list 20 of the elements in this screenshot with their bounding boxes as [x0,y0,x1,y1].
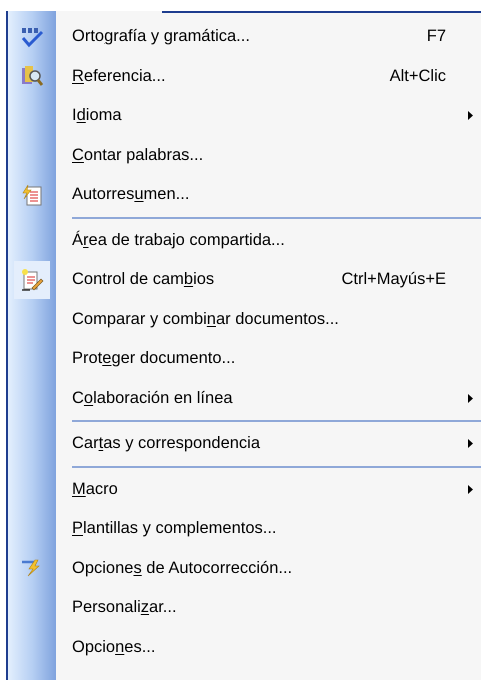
book-magnifier-icon [20,64,44,88]
menu-item[interactable]: Idioma [8,96,481,136]
menu-item[interactable]: Cartas y correspondencia [8,424,481,464]
document-lightning-icon [20,182,44,207]
menu-item[interactable]: Plantillas y complementos... [8,509,481,548]
menu-item[interactable]: Control de cambios Ctrl+Mayús+E [8,260,481,300]
menu-item[interactable]: Autorresumen... [8,175,481,214]
menu-item[interactable]: Personalizar... [8,588,481,628]
menu-item[interactable]: Referencia... Alt+Clic [8,56,481,96]
menu-item[interactable]: Contar palabras... [8,136,481,175]
document-pencil-icon [20,268,44,292]
menu-item[interactable]: Ortografía y gramática... F7 [8,17,481,56]
spelling-check-icon [20,26,44,48]
menu-item[interactable]: Proteger documento... [8,339,481,378]
menu-item[interactable]: Área de trabajo compartida... [8,220,481,260]
menu-item[interactable]: Colaboración en línea [8,378,481,418]
menu-item[interactable]: Opciones... [8,628,481,667]
menu-item[interactable]: Opciones de Autocorrección... [8,548,481,588]
menu-item[interactable]: Macro [8,470,481,509]
menu-item[interactable]: Comparar y combinar documentos... [8,300,481,339]
